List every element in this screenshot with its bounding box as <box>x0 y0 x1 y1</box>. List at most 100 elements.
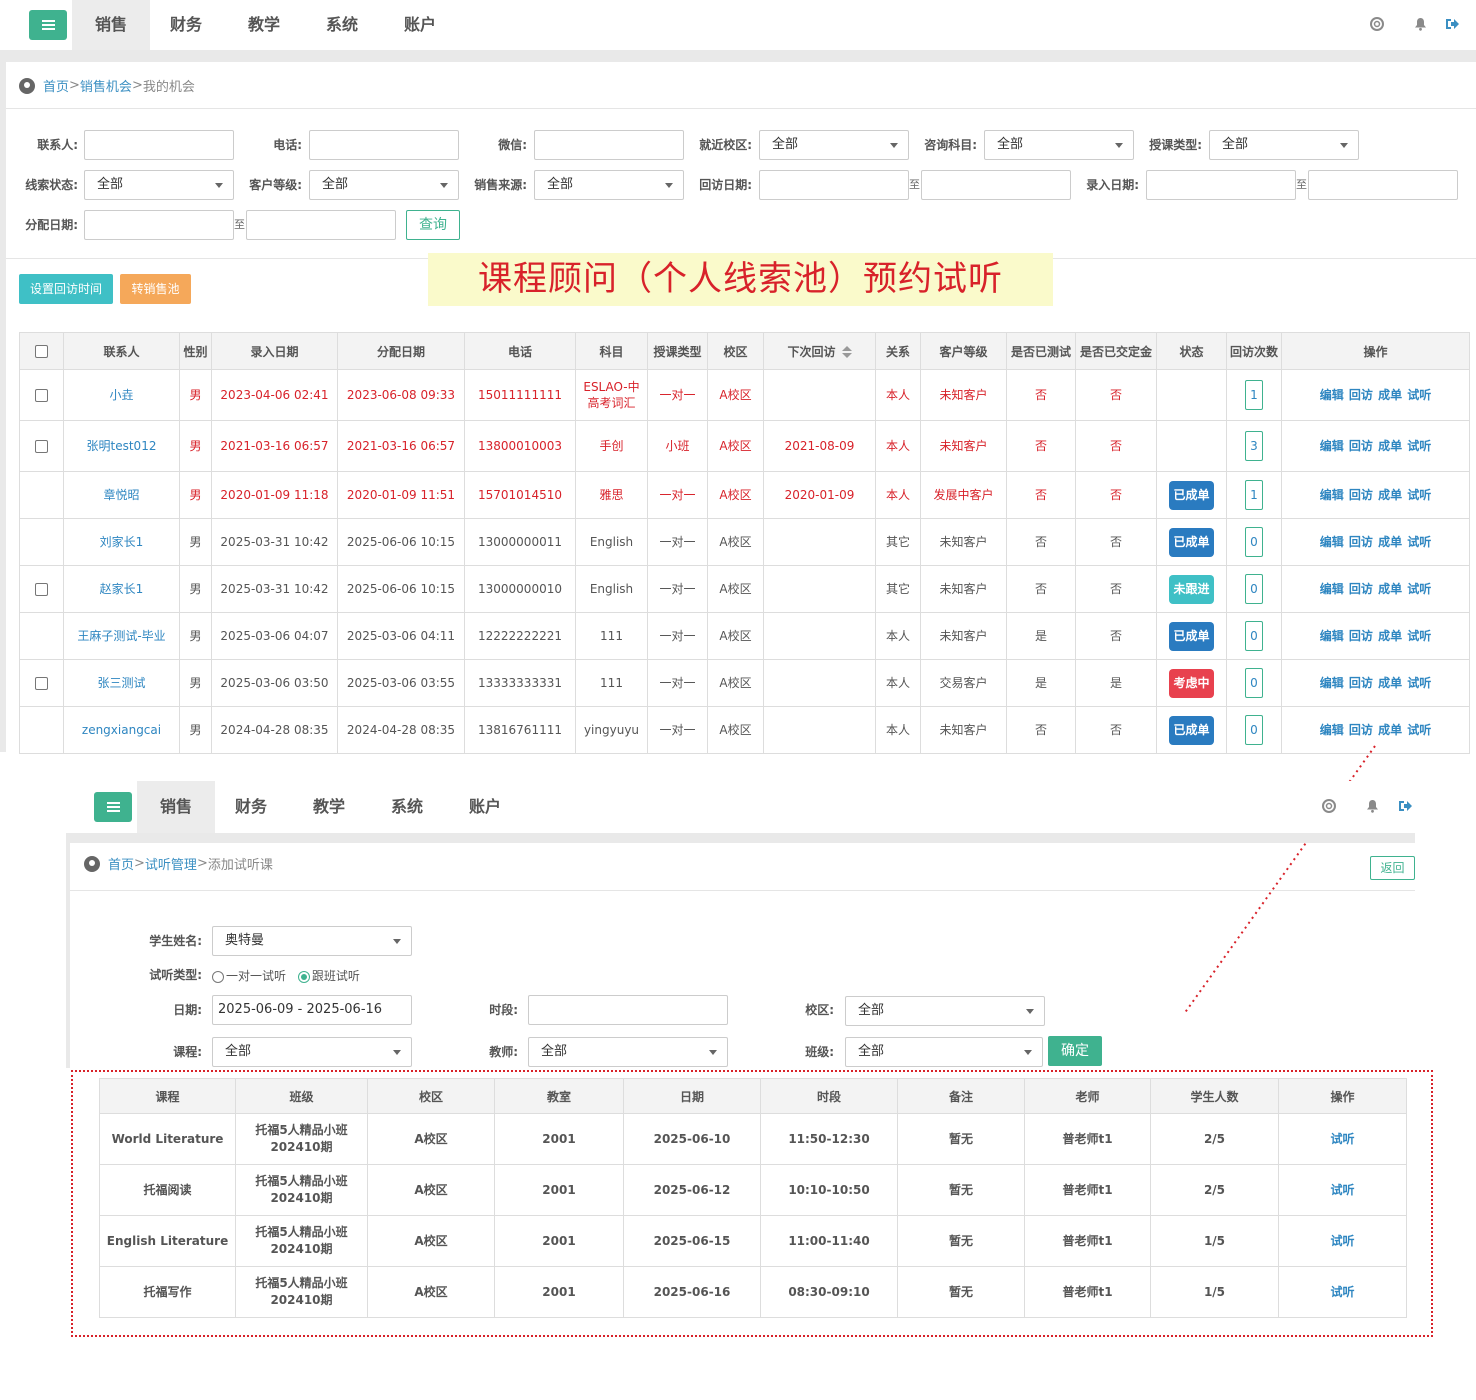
breadcrumb-sales-opportunity[interactable]: 销售机会 <box>80 76 132 95</box>
cell-tested: 否 <box>1006 565 1076 613</box>
row-actions[interactable]: 编辑 回访 成单 试听 <box>1320 388 1432 402</box>
assign-date-start-input[interactable] <box>84 210 234 240</box>
teach-type-select[interactable]: 全部 <box>1209 130 1359 160</box>
row-actions[interactable]: 编辑 回访 成单 试听 <box>1320 488 1432 502</box>
contact-name-link[interactable]: zengxiangcai <box>82 723 161 737</box>
period-input[interactable] <box>528 995 728 1025</box>
trial-link[interactable]: 试听 <box>1330 1183 1354 1197</box>
level-select[interactable]: 全部 <box>309 170 459 200</box>
table-row: 小垚 男 2023-04-06 02:41 2023-06-08 09:33 15011… <box>19 369 1470 421</box>
wechat-input[interactable] <box>534 130 684 160</box>
subject-select[interactable]: 全部 <box>984 130 1134 160</box>
cell-count: 2/5 <box>1150 1113 1279 1165</box>
select-all-cell <box>19 332 64 370</box>
contact-input[interactable] <box>84 130 234 160</box>
query-button[interactable]: 查询 <box>406 210 460 240</box>
lead-status-select[interactable]: 全部 <box>84 170 234 200</box>
sort-icon[interactable] <box>841 346 852 358</box>
visit-date-start-input[interactable] <box>759 170 909 200</box>
visit-count[interactable]: 1 <box>1245 380 1263 410</box>
row-actions[interactable]: 编辑 回访 成单 试听 <box>1320 629 1432 643</box>
breadcrumb-home[interactable]: 首页 <box>43 76 69 95</box>
class-select[interactable]: 全部 <box>845 1037 1043 1067</box>
nav-tab-account[interactable]: 账户 <box>446 781 524 833</box>
nav-tab-system[interactable]: 系统 <box>303 0 381 50</box>
entry-date-end-input[interactable] <box>1308 170 1458 200</box>
select-all-checkbox[interactable] <box>35 345 48 358</box>
help-icon[interactable] <box>1322 799 1336 813</box>
row-actions[interactable]: 编辑 回访 成单 试听 <box>1320 535 1432 549</box>
next-visit-header[interactable]: 下次回访 <box>763 332 876 370</box>
back-button[interactable]: 返回 <box>1370 856 1415 880</box>
relation: 本人 <box>885 488 910 502</box>
campus: A校区 <box>414 1182 448 1197</box>
nav-tab-sales[interactable]: 销售 <box>137 781 215 833</box>
cell-deposit: 否 <box>1075 706 1157 754</box>
bell-icon[interactable] <box>1413 17 1427 31</box>
contact-name-link[interactable]: 赵家长1 <box>100 582 144 596</box>
logout-icon[interactable] <box>1445 17 1459 31</box>
cell-rel: 本人 <box>875 369 921 421</box>
contact-name-link[interactable]: 张三测试 <box>97 676 145 690</box>
row-checkbox[interactable] <box>35 440 48 453</box>
campus-select[interactable]: 全部 <box>759 130 909 160</box>
nav-tab-finance[interactable]: 财务 <box>147 0 225 50</box>
breadcrumb-trial-management[interactable]: 试听管理 <box>145 854 197 873</box>
row-actions[interactable]: 编辑 回访 成单 试听 <box>1320 676 1432 690</box>
time-slot: 11:00-11:40 <box>788 1233 870 1248</box>
entry-date-start-input[interactable] <box>1146 170 1296 200</box>
nav-tab-teaching[interactable]: 教学 <box>290 781 368 833</box>
confirm-button[interactable]: 确定 <box>1048 1036 1102 1066</box>
breadcrumb-home[interactable]: 首页 <box>108 854 134 873</box>
visit-count[interactable]: 3 <box>1245 431 1263 461</box>
row-actions[interactable]: 编辑 回访 成单 试听 <box>1320 582 1432 596</box>
column-header: 回访次数 <box>1226 332 1282 370</box>
visit-date-end-input[interactable] <box>921 170 1071 200</box>
visit-count[interactable]: 1 <box>1245 480 1263 510</box>
row-checkbox[interactable] <box>35 389 48 402</box>
contact-name-link[interactable]: 刘家长1 <box>100 535 144 549</box>
student-select[interactable]: 奥特曼 <box>212 926 412 956</box>
cell-tested: 是 <box>1006 612 1076 660</box>
logout-icon[interactable] <box>1398 799 1412 813</box>
help-icon[interactable] <box>1370 17 1384 31</box>
transfer-pool-button[interactable]: 转销售池 <box>120 274 191 304</box>
contact-name-link[interactable]: 张明test012 <box>87 439 157 453</box>
campus-select[interactable]: 全部 <box>845 996 1045 1026</box>
menu-toggle-button[interactable] <box>94 792 132 822</box>
trial-link[interactable]: 试听 <box>1330 1234 1354 1248</box>
phone-input[interactable] <box>309 130 459 160</box>
cell-assign: 2024-04-28 08:35 <box>337 706 465 754</box>
assign-date-end-input[interactable] <box>246 210 396 240</box>
contact-name-link[interactable]: 王麻子测试-毕业 <box>77 629 165 643</box>
trial-one-on-one-radio[interactable] <box>212 970 224 983</box>
row-checkbox[interactable] <box>35 677 48 690</box>
trial-link[interactable]: 试听 <box>1330 1285 1354 1299</box>
trial-follow-class-radio[interactable] <box>297 970 310 983</box>
visit-count[interactable]: 0 <box>1245 527 1263 557</box>
nav-tab-account[interactable]: 账户 <box>381 0 459 50</box>
row-actions[interactable]: 编辑 回访 成单 试听 <box>1320 723 1432 737</box>
source-select[interactable]: 全部 <box>534 170 684 200</box>
row-actions[interactable]: 编辑 回访 成单 试听 <box>1320 439 1432 453</box>
visit-count[interactable]: 0 <box>1245 574 1263 604</box>
contact-name-link[interactable]: 小垚 <box>109 388 133 402</box>
course-name: World Literature <box>111 1131 224 1146</box>
menu-toggle-button[interactable] <box>29 10 67 40</box>
trial-link[interactable]: 试听 <box>1330 1132 1354 1146</box>
bell-icon[interactable] <box>1365 799 1379 813</box>
contact-name-link[interactable]: 章悦昭 <box>103 488 139 502</box>
row-checkbox[interactable] <box>35 583 48 596</box>
visit-count[interactable]: 0 <box>1245 715 1263 745</box>
nav-tab-teaching[interactable]: 教学 <box>225 0 303 50</box>
visit-count[interactable]: 0 <box>1245 668 1263 698</box>
nav-tab-system[interactable]: 系统 <box>368 781 446 833</box>
nav-tab-finance[interactable]: 财务 <box>212 781 290 833</box>
visit-count[interactable]: 0 <box>1245 621 1263 651</box>
course-select[interactable]: 全部 <box>212 1037 412 1067</box>
nav-tab-sales[interactable]: 销售 <box>72 0 150 50</box>
set-visit-time-button[interactable]: 设置回访时间 <box>19 274 113 304</box>
subject: 雅思 <box>599 488 624 502</box>
date-range-input[interactable]: 2025-06-09 - 2025-06-16 <box>212 995 412 1025</box>
teacher-select[interactable]: 全部 <box>528 1037 728 1067</box>
